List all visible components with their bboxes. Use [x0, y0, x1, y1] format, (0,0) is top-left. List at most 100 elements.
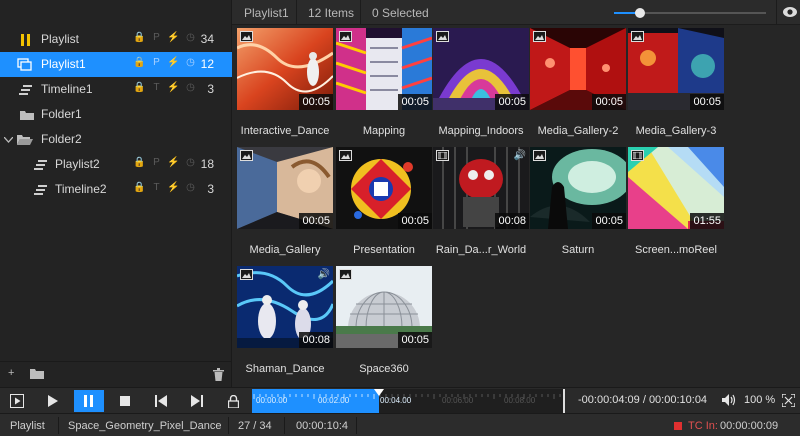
image-type-icon	[631, 31, 644, 42]
flag-t[interactable]: T	[148, 82, 165, 93]
clock-icon[interactable]: ◷	[182, 157, 199, 168]
flag-p[interactable]: P	[148, 32, 165, 43]
playlist-icon	[33, 157, 49, 173]
playlist-icon	[17, 57, 33, 73]
media-label: Shaman_Dance	[245, 363, 325, 375]
media-item-rain-dance[interactable]: 🔊 00:08 Rain_Da...r_World	[433, 147, 529, 262]
play-from-start-button[interactable]	[2, 390, 32, 412]
timeline-icon	[33, 182, 49, 198]
bolt-icon[interactable]: ⚡	[165, 82, 182, 93]
slider-handle[interactable]	[635, 8, 645, 18]
media-item-mapping-indoors[interactable]: 00:05 Mapping_Indoors	[433, 28, 529, 143]
media-label: Mapping_Indoors	[438, 125, 524, 137]
thumbnail-size-slider[interactable]	[614, 8, 766, 18]
status-mode: Playlist	[10, 420, 45, 432]
sidebar-item-label: Folder1	[41, 107, 82, 121]
item-count: 34	[200, 32, 214, 46]
bolt-icon[interactable]: ⚡	[165, 57, 182, 68]
sidebar-item-timeline2[interactable]: Timeline2 🔒 T ⚡ ◷ 3	[0, 177, 232, 202]
timeline-scrubber[interactable]: 00:00.00 00:02.00 00:04.00 00:06.00 00:0…	[252, 389, 564, 413]
lock-icon[interactable]: 🔒	[131, 82, 148, 93]
thumbnail: 00:05	[237, 28, 333, 110]
selected-count: 0 Selected	[372, 6, 429, 20]
volume-level: 100 %	[744, 394, 776, 406]
chevron-down-icon[interactable]	[3, 132, 13, 148]
sidebar-item-playlist2[interactable]: Playlist2 🔒 P ⚡ ◷ 18	[0, 152, 232, 177]
clock-icon[interactable]: ◷	[182, 82, 199, 93]
timeline-icon	[18, 82, 34, 98]
bolt-icon[interactable]: ⚡	[165, 32, 182, 43]
video-type-icon	[631, 150, 644, 161]
fullscreen-icon[interactable]	[781, 393, 796, 410]
play-button[interactable]	[38, 390, 68, 412]
sidebar-item-label: Playlist	[41, 32, 80, 46]
media-item-screen-demo-reel[interactable]: 01:55 Screen...moReel	[628, 147, 724, 262]
previous-button[interactable]	[146, 390, 176, 412]
lock-icon[interactable]: 🔒	[131, 182, 148, 193]
lock-icon[interactable]: 🔒	[131, 57, 148, 68]
folder-open-icon	[17, 132, 33, 148]
clock-icon[interactable]: ◷	[182, 182, 199, 193]
image-type-icon	[339, 31, 352, 42]
playlist-name: Playlist1	[244, 6, 289, 20]
flag-t[interactable]: T	[148, 182, 165, 193]
lock-icon[interactable]: 🔒	[131, 157, 148, 168]
media-item-presentation[interactable]: 00:05 Presentation	[336, 147, 432, 262]
clock-icon[interactable]: ◷	[182, 57, 199, 68]
duration-badge: 00:08	[299, 332, 333, 348]
item-count: 12 Items	[308, 6, 355, 20]
duration-badge: 00:05	[398, 94, 432, 110]
item-count: 12	[200, 57, 214, 71]
clock-icon[interactable]: ◷	[182, 32, 199, 43]
playlist-header: Playlist1 12 Items 0 Selected	[232, 0, 800, 25]
media-label: Presentation	[353, 244, 415, 256]
media-item-media-gallery[interactable]: 00:05 Media_Gallery	[237, 147, 333, 262]
sidebar-item-folder1[interactable]: Folder1	[0, 102, 232, 127]
tc-indicator	[674, 422, 682, 430]
media-item-saturn[interactable]: 00:05 Saturn	[530, 147, 626, 262]
media-item-media-gallery-2[interactable]: 00:05 Media_Gallery-2	[530, 28, 626, 143]
sidebar-item-label: Playlist2	[55, 157, 100, 171]
tc-in-label: TC In:	[688, 420, 718, 432]
sidebar-item-playlist1[interactable]: Playlist1 🔒 P ⚡ ◷ 12	[0, 52, 232, 77]
bolt-icon[interactable]: ⚡	[165, 182, 182, 193]
trash-icon[interactable]	[213, 368, 224, 384]
thumbnail: 00:05	[433, 28, 529, 110]
thumbnail: 00:05	[530, 147, 626, 229]
new-folder-icon[interactable]	[30, 368, 45, 383]
tick-label: 00:06.00	[442, 396, 474, 405]
media-label: Saturn	[561, 244, 595, 256]
item-count: 18	[200, 157, 214, 171]
status-bar: Playlist Space_Geometry_Pixel_Dance 27 /…	[0, 413, 800, 436]
media-label: Media_Gallery-3	[635, 125, 717, 137]
image-type-icon	[533, 150, 546, 161]
media-item-shaman-dance[interactable]: 🔊 00:08 Shaman_Dance	[237, 266, 333, 381]
sidebar-item-timeline1[interactable]: Timeline1 🔒 T ⚡ ◷ 3	[0, 77, 232, 102]
bolt-icon[interactable]: ⚡	[165, 157, 182, 168]
sidebar-item-playlist[interactable]: Playlist 🔒 P ⚡ ◷ 34	[0, 27, 232, 52]
flag-p[interactable]: P	[148, 157, 165, 168]
media-item-space360[interactable]: 00:05 Space360	[336, 266, 432, 381]
sidebar-item-folder2[interactable]: Folder2	[0, 127, 232, 152]
stop-button[interactable]	[110, 390, 140, 412]
duration-badge: 00:05	[690, 94, 724, 110]
thumbnail: 00:05	[530, 28, 626, 110]
media-item-media-gallery-3[interactable]: 00:05 Media_Gallery-3	[628, 28, 724, 143]
flag-p[interactable]: P	[148, 57, 165, 68]
media-item-interactive-dance[interactable]: 00:05 Interactive_Dance	[237, 28, 333, 143]
playhead[interactable]	[374, 389, 384, 396]
sidebar: Playlist 🔒 P ⚡ ◷ 34 Playlist1 🔒 P ⚡ ◷ 12 Timel…	[0, 0, 232, 387]
media-item-mapping[interactable]: 00:05 Mapping	[336, 28, 432, 143]
lock-icon[interactable]: 🔒	[131, 32, 148, 43]
eye-icon[interactable]	[782, 6, 798, 21]
sidebar-item-label: Timeline2	[55, 182, 107, 196]
image-type-icon	[240, 150, 253, 161]
folder-icon	[19, 107, 35, 123]
pause-button[interactable]	[74, 390, 104, 412]
lock-icon[interactable]	[218, 390, 248, 412]
add-button[interactable]: +	[8, 367, 14, 379]
duration-badge: 00:05	[398, 332, 432, 348]
tick-label: 00:00.00	[256, 396, 288, 405]
next-button[interactable]	[182, 390, 212, 412]
volume-icon[interactable]	[722, 394, 736, 409]
